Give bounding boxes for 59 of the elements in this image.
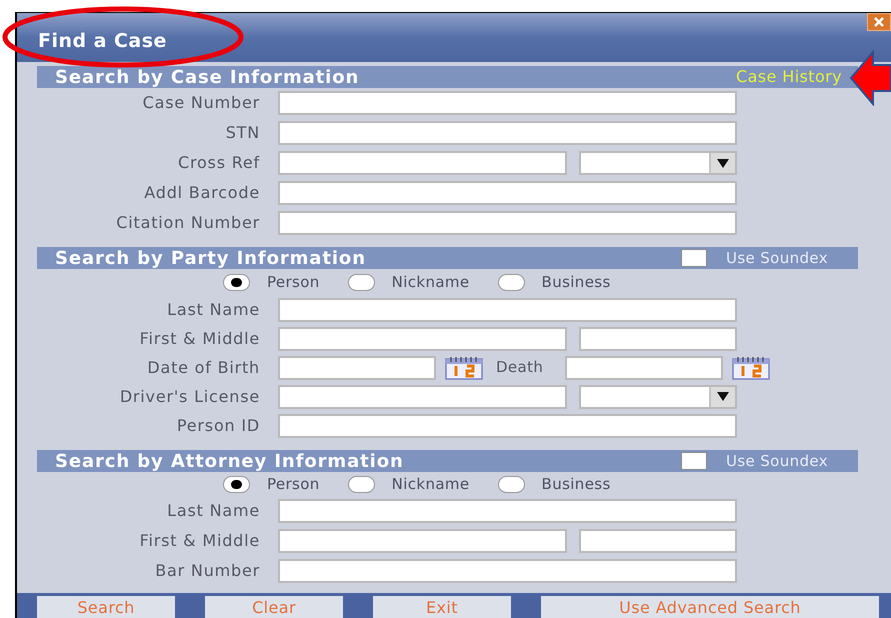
input-field[interactable] [278,559,737,583]
input-field[interactable] [278,121,737,145]
radio-button[interactable] [348,476,375,492]
calendar-icon[interactable] [445,356,483,380]
radio-option[interactable]: Person [223,472,320,496]
field-label: Person ID [176,414,260,436]
checkbox-label: Use Soundex [726,450,828,472]
input-field[interactable] [278,384,567,408]
input-field[interactable] [278,91,737,115]
checkbox[interactable] [681,452,707,470]
checkbox[interactable] [681,249,707,267]
section-title: Search by Party Information [55,246,366,270]
dropdown-caret-icon [717,392,729,401]
checkbox-label: Use Soundex [726,248,828,269]
input-field[interactable] [278,414,737,438]
dropdown-caret-icon [717,158,729,168]
field-label: Last Name [166,500,260,522]
radio-option[interactable]: Nickname [348,270,470,294]
field-label: Cross Ref [176,152,260,174]
radio-option[interactable]: Person [223,270,320,294]
input-field[interactable] [278,356,436,380]
section-title: Search by Attorney Information [55,450,404,474]
field-label: Death [495,357,544,378]
radio-button[interactable] [498,274,525,290]
field-label: Bar Number [154,560,260,582]
field-label: Last Name [166,298,260,320]
input-field[interactable] [278,181,737,205]
input-field[interactable] [278,211,737,235]
close-icon [874,17,884,27]
close-button[interactable] [867,13,891,31]
input-field[interactable] [278,298,737,322]
section-title: Search by Case Information [55,66,360,90]
field-label: Case Number [142,92,260,114]
radio-button[interactable] [223,476,250,492]
radio-button[interactable] [348,274,375,290]
radio-option[interactable]: Nickname [348,472,470,496]
radio-button[interactable] [223,274,250,290]
field-label: Citation Number [115,212,260,234]
field-label: Date of Birth [146,356,260,378]
field-label: First & Middle [138,328,260,350]
calendar-icon[interactable] [732,356,770,380]
input-field[interactable] [278,499,737,523]
input-field[interactable] [579,529,737,553]
dropdown[interactable] [579,384,737,408]
radio-option[interactable]: Business [498,270,611,294]
arrow-icon [849,50,891,106]
input-field[interactable] [278,326,567,350]
input-field[interactable] [565,356,723,380]
radio-button[interactable] [498,476,525,492]
field-label: Driver's License [118,386,260,408]
field-label: First & Middle [138,530,260,552]
field-label: Addl Barcode [143,182,260,204]
input-field[interactable] [579,326,737,350]
input-field[interactable] [278,151,567,175]
radio-option[interactable]: Business [498,472,611,496]
field-label: STN [224,122,260,144]
dropdown[interactable] [579,151,737,175]
input-field[interactable] [278,529,567,553]
window-title: Find a Case [38,28,167,54]
